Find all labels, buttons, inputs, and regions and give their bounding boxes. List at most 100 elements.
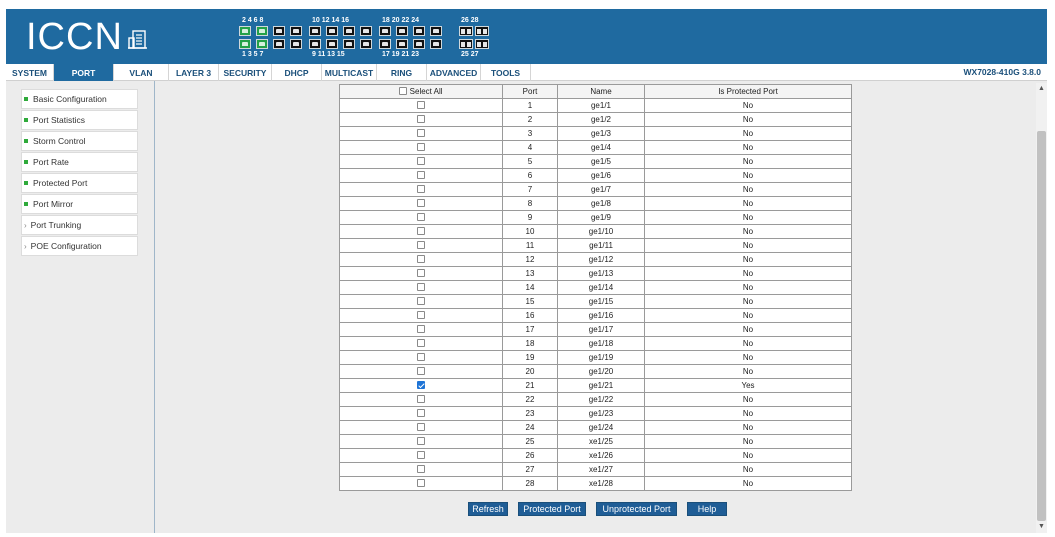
select-cell xyxy=(339,462,503,477)
row-checkbox[interactable] xyxy=(417,465,425,474)
tab-system[interactable]: SYSTEM xyxy=(6,64,54,81)
name-cell: ge1/4 xyxy=(557,140,645,155)
row-checkbox[interactable] xyxy=(417,325,425,334)
row-checkbox[interactable] xyxy=(417,241,425,250)
protected-cell: No xyxy=(644,294,852,309)
sfp-port-icon xyxy=(475,39,489,49)
row-checkbox[interactable] xyxy=(417,227,425,236)
row-checkbox[interactable] xyxy=(417,115,425,124)
port-cell: 12 xyxy=(502,252,558,267)
vertical-scrollbar[interactable]: ▲ ▼ xyxy=(1036,83,1047,533)
sidebar-item-port-trunking[interactable]: › Port Trunking xyxy=(21,215,138,235)
sidebar-item-poe-configuration[interactable]: › POE Configuration xyxy=(21,236,138,256)
tab-tools[interactable]: TOOLS xyxy=(481,64,531,81)
building-icon xyxy=(127,28,149,55)
select-cell xyxy=(339,378,503,393)
row-checkbox[interactable] xyxy=(417,479,425,488)
row-checkbox[interactable] xyxy=(417,199,425,208)
protected-cell: No xyxy=(644,420,852,435)
table-row: 6 ge1/6 No xyxy=(339,168,852,183)
table-row: 7 ge1/7 No xyxy=(339,182,852,197)
tab-security[interactable]: SECURITY xyxy=(219,64,272,81)
rj45-port-icon xyxy=(239,26,251,36)
tab-vlan[interactable]: VLAN xyxy=(114,64,169,81)
select-cell xyxy=(339,308,503,323)
name-cell: ge1/9 xyxy=(557,210,645,225)
select-cell xyxy=(339,140,503,155)
sidebar-item-protected-port[interactable]: Protected Port xyxy=(21,173,138,193)
protected-cell: No xyxy=(644,406,852,421)
sidebar-item-basic-configuration[interactable]: Basic Configuration xyxy=(21,89,138,109)
scrollbar-thumb[interactable] xyxy=(1037,131,1046,521)
main-nav: SYSTEM PORT VLAN LAYER 3 SECURITY DHCP M… xyxy=(6,64,1047,81)
table-row: 19 ge1/19 No xyxy=(339,350,852,365)
scroll-up-arrow-icon[interactable]: ▲ xyxy=(1036,83,1047,95)
refresh-button[interactable]: Refresh xyxy=(468,502,508,516)
rj45-port-icon xyxy=(290,26,302,36)
rj45-port-icon xyxy=(309,39,321,49)
name-cell: ge1/24 xyxy=(557,420,645,435)
row-checkbox[interactable] xyxy=(417,437,425,446)
row-checkbox[interactable] xyxy=(417,101,425,110)
row-checkbox[interactable] xyxy=(417,129,425,138)
rj45-port-icon xyxy=(396,39,408,49)
port-numbers-top-3: 18 20 22 24 xyxy=(382,17,419,24)
row-checkbox[interactable] xyxy=(417,269,425,278)
select-cell xyxy=(339,280,503,295)
row-checkbox[interactable] xyxy=(417,339,425,348)
protected-cell: No xyxy=(644,196,852,211)
row-checkbox[interactable] xyxy=(417,297,425,306)
table-row: 8 ge1/8 No xyxy=(339,196,852,211)
row-checkbox[interactable] xyxy=(417,311,425,320)
select-cell xyxy=(339,210,503,225)
rj45-port-icon xyxy=(309,26,321,36)
select-cell xyxy=(339,224,503,239)
sidebar-item-storm-control[interactable]: Storm Control xyxy=(21,131,138,151)
row-checkbox[interactable] xyxy=(417,283,425,292)
row-checkbox[interactable] xyxy=(417,395,425,404)
table-row: 27 xe1/27 No xyxy=(339,462,852,477)
select-cell xyxy=(339,350,503,365)
name-cell: xe1/26 xyxy=(557,448,645,463)
row-checkbox[interactable] xyxy=(417,451,425,460)
row-checkbox[interactable] xyxy=(417,157,425,166)
unprotected-port-button[interactable]: Unprotected Port xyxy=(596,502,677,516)
port-cell: 22 xyxy=(502,392,558,407)
sidebar-item-port-statistics[interactable]: Port Statistics xyxy=(21,110,138,130)
row-checkbox[interactable] xyxy=(417,367,425,376)
row-checkbox[interactable] xyxy=(417,171,425,180)
select-all-checkbox[interactable] xyxy=(399,87,408,96)
select-all-header[interactable]: Select All xyxy=(339,84,503,99)
tab-port[interactable]: PORT xyxy=(54,64,114,81)
row-checkbox[interactable] xyxy=(417,143,425,152)
table-row: 2 ge1/2 No xyxy=(339,112,852,127)
name-cell: ge1/11 xyxy=(557,238,645,253)
port-cell: 3 xyxy=(502,126,558,141)
sidebar-item-label: Port Mirror xyxy=(33,199,74,209)
tab-multicast[interactable]: MULTICAST xyxy=(322,64,377,81)
tab-layer3[interactable]: LAYER 3 xyxy=(169,64,219,81)
help-button[interactable]: Help xyxy=(687,502,727,516)
tab-ring[interactable]: RING xyxy=(377,64,427,81)
port-cell: 28 xyxy=(502,476,558,491)
sidebar-item-port-rate[interactable]: Port Rate xyxy=(21,152,138,172)
row-checkbox[interactable] xyxy=(417,381,425,390)
tab-dhcp[interactable]: DHCP xyxy=(272,64,322,81)
protected-port-button[interactable]: Protected Port xyxy=(518,502,586,516)
scroll-down-arrow-icon[interactable]: ▼ xyxy=(1036,521,1047,533)
protected-port-table: Select All Port Name Is Protected Port 1… xyxy=(339,84,852,491)
row-checkbox[interactable] xyxy=(417,353,425,362)
row-checkbox[interactable] xyxy=(417,409,425,418)
row-checkbox[interactable] xyxy=(417,255,425,264)
select-cell xyxy=(339,336,503,351)
rj45-port-icon xyxy=(413,39,425,49)
row-checkbox[interactable] xyxy=(417,185,425,194)
port-cell: 9 xyxy=(502,210,558,225)
row-checkbox[interactable] xyxy=(417,213,425,222)
header-bar: ICCN 2 4 6 8 10 12 14 16 18 20 22 24 26 … xyxy=(6,9,1047,64)
select-cell xyxy=(339,434,503,449)
row-checkbox[interactable] xyxy=(417,423,425,432)
sidebar-item-port-mirror[interactable]: Port Mirror xyxy=(21,194,138,214)
tab-advanced[interactable]: ADVANCED xyxy=(427,64,481,81)
port-cell: 16 xyxy=(502,308,558,323)
